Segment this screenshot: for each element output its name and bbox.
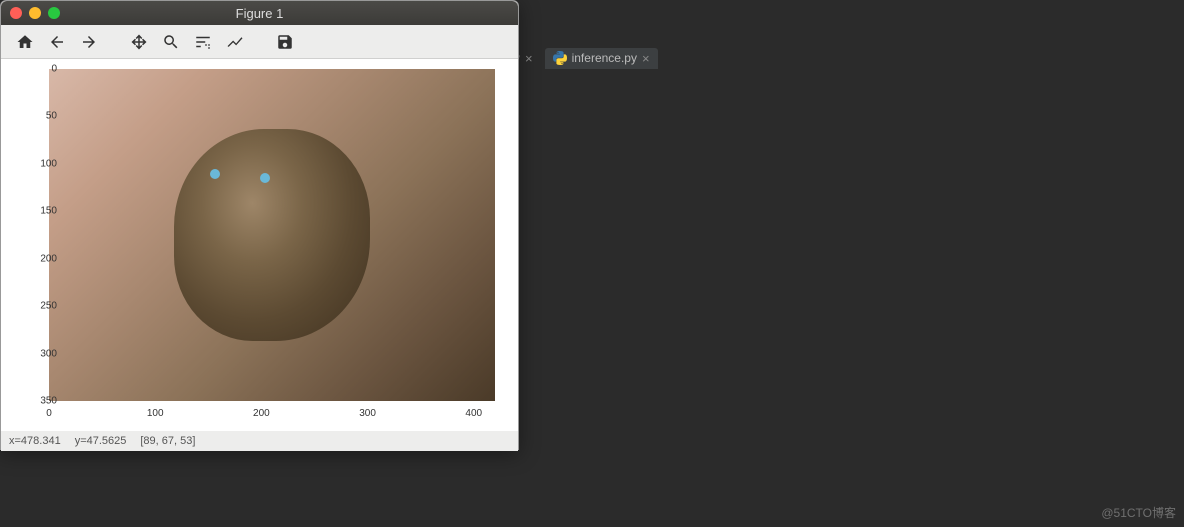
x-tick-label: 400: [465, 408, 482, 419]
cursor-x: x=478.341: [9, 435, 61, 447]
back-button[interactable]: [43, 28, 71, 56]
window-controls: [10, 7, 60, 19]
close-window-button[interactable]: [10, 7, 22, 19]
subplots-button[interactable]: [189, 28, 217, 56]
y-tick-label: 350: [33, 396, 57, 407]
y-tick-label: 50: [33, 111, 57, 122]
forward-button[interactable]: [75, 28, 103, 56]
figure-toolbar: [1, 25, 518, 59]
cursor-y: y=47.5625: [75, 435, 127, 447]
y-tick-label: 100: [33, 158, 57, 169]
y-tick-label: 200: [33, 253, 57, 264]
window-titlebar[interactable]: Figure 1: [1, 1, 518, 25]
plot-area: [49, 69, 495, 401]
zoom-button[interactable]: [157, 28, 185, 56]
y-tick-label: 0: [33, 64, 57, 75]
maximize-window-button[interactable]: [48, 7, 60, 19]
minimize-window-button[interactable]: [29, 7, 41, 19]
cursor-rgb: [89, 67, 53]: [140, 435, 195, 447]
configure-axes-button[interactable]: [221, 28, 249, 56]
tab-active[interactable]: inference.py ×: [545, 48, 658, 69]
close-icon[interactable]: ×: [525, 51, 533, 66]
save-button[interactable]: [271, 28, 299, 56]
y-tick-label: 300: [33, 348, 57, 359]
editor-tab-bar: y × inference.py ×: [506, 46, 658, 70]
close-icon[interactable]: ×: [642, 51, 650, 66]
plot-image: [49, 69, 495, 401]
x-tick-label: 300: [359, 408, 376, 419]
tab-label: inference.py: [572, 51, 637, 65]
figure-canvas[interactable]: 0 100 200 300 400 0 50 100 150 200 250 300 350: [1, 59, 518, 431]
python-icon: [553, 51, 567, 65]
x-tick-label: 0: [46, 408, 52, 419]
x-tick-label: 200: [253, 408, 270, 419]
figure-window[interactable]: Figure 1 0 100 200 300 400 0 50 100 150 200 250 30…: [0, 0, 519, 450]
y-tick-label: 250: [33, 301, 57, 312]
y-tick-label: 150: [33, 206, 57, 217]
home-button[interactable]: [11, 28, 39, 56]
x-tick-label: 100: [147, 408, 164, 419]
figure-status-bar: x=478.341 y=47.5625 [89, 67, 53]: [1, 431, 518, 451]
pan-button[interactable]: [125, 28, 153, 56]
watermark: @51CTO博客: [1101, 504, 1176, 521]
window-title: Figure 1: [1, 6, 518, 21]
